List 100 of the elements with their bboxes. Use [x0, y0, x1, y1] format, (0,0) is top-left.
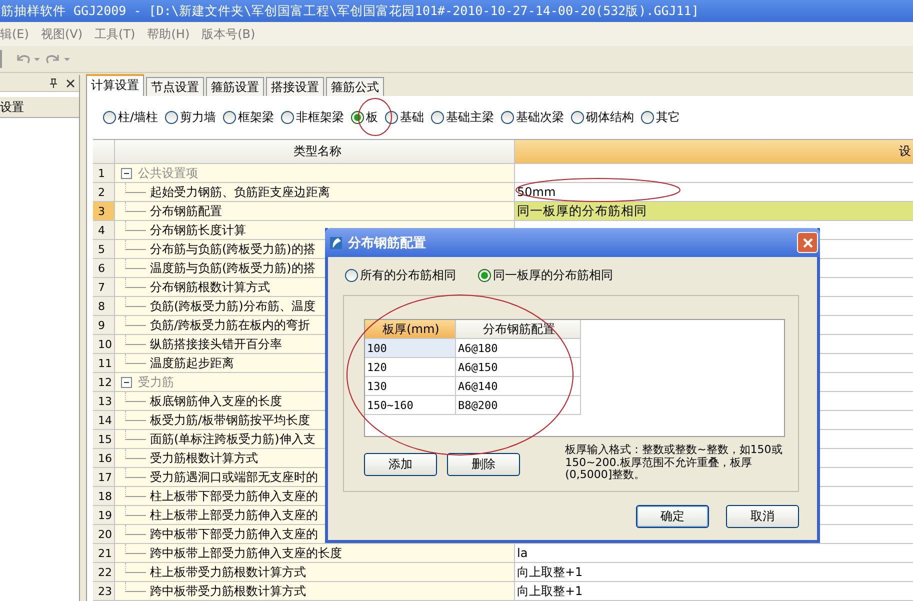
- setting-name: 跨中板带下部受力筋伸入支座的: [150, 526, 318, 542]
- row-number: 6: [93, 259, 115, 277]
- radio-option[interactable]: 所有的分布筋相同: [345, 266, 456, 284]
- radio-option[interactable]: 剪力墙: [165, 109, 216, 126]
- collapse-icon[interactable]: [121, 168, 132, 178]
- grid-cell[interactable]: 100: [365, 339, 456, 357]
- row-number: 2: [93, 183, 115, 201]
- setting-name: 板底钢筋伸入支座的长度: [150, 392, 282, 410]
- dialog-title: 分布钢筋配置: [348, 234, 427, 252]
- grid-cell[interactable]: 120: [365, 358, 456, 376]
- row-number: 23: [93, 582, 115, 600]
- tab[interactable]: 箍筋公式: [326, 77, 384, 96]
- menu-item[interactable]: 帮助(H): [147, 26, 190, 42]
- column-header: 类型名称: [115, 140, 515, 163]
- cancel-button[interactable]: 取消: [726, 505, 799, 528]
- row-number: 15: [93, 430, 115, 448]
- tab[interactable]: 箍筋设置: [206, 77, 264, 96]
- setting-name: 分布钢筋配置: [150, 202, 222, 220]
- setting-name: 面筋(单标注跨板受力筋)伸入支: [150, 430, 316, 448]
- row-number: 11: [93, 354, 115, 372]
- collapse-icon[interactable]: [121, 376, 132, 388]
- column-header: 板厚(mm): [365, 320, 456, 338]
- setting-value: 向上取整+1: [517, 582, 583, 600]
- menu-item[interactable]: 工具(T): [94, 26, 136, 42]
- close-icon[interactable]: [66, 78, 75, 88]
- row-number: 17: [93, 468, 115, 486]
- ok-button[interactable]: 确定: [636, 505, 709, 528]
- grid-cell[interactable]: 130: [365, 377, 456, 395]
- setting-name: 负筋(跨板受力筋)分布筋、温度: [150, 298, 316, 314]
- row-number: 12: [93, 373, 115, 391]
- grid-cell[interactable]: A6@150: [456, 358, 581, 376]
- row-number: 19: [93, 506, 115, 524]
- setting-name: 柱上板带上部受力筋伸入支座的: [150, 506, 318, 524]
- radio-option[interactable]: 砌体结构: [571, 109, 634, 126]
- setting-name: 柱上板带下部受力筋伸入支座的: [150, 488, 318, 504]
- menu-item[interactable]: 版本号(B): [202, 26, 256, 42]
- side-panel-item[interactable]: 设置: [0, 97, 79, 118]
- setting-name: 跨中板带受力筋根数计算方式: [150, 582, 306, 600]
- pin-icon[interactable]: [49, 78, 58, 88]
- annotation-ellipse: [357, 97, 393, 137]
- setting-value: 向上取整+1: [517, 564, 583, 580]
- tab[interactable]: 计算设置: [86, 74, 144, 96]
- row-number: 10: [93, 335, 115, 353]
- grid-cell[interactable]: B8@200: [456, 396, 581, 414]
- row-number: 8: [93, 297, 115, 315]
- setting-name: 跨中板带上部受力筋伸入支座的长度: [150, 544, 342, 562]
- grid-cell[interactable]: A6@140: [456, 377, 581, 395]
- setting-name: 起始受力钢筋、负筋距支座边距离: [150, 184, 330, 200]
- grid-action-button[interactable]: 添加: [364, 453, 437, 476]
- setting-name: 板受力筋/板带钢筋按平均长度: [150, 412, 310, 428]
- column-header: 设: [515, 140, 913, 163]
- radio-option[interactable]: 基础次梁: [501, 109, 564, 126]
- radio-option[interactable]: 柱/墙柱: [103, 109, 158, 126]
- setting-name: 分布筋与负筋(跨板受力筋)的搭: [150, 240, 316, 258]
- row-number: 7: [93, 278, 115, 296]
- radio-option[interactable]: 基础主梁: [431, 109, 494, 126]
- row-number: 20: [93, 525, 115, 543]
- radio-option[interactable]: 同一板厚的分布筋相同: [478, 266, 613, 284]
- row-number: 18: [93, 487, 115, 505]
- menu-item[interactable]: 辑(E): [0, 26, 29, 42]
- grid-action-button[interactable]: 删除: [447, 453, 520, 476]
- row-number: 16: [93, 449, 115, 467]
- row-number: 22: [93, 563, 115, 581]
- setting-name: 分布钢筋根数计算方式: [150, 278, 270, 296]
- window-title: 筋抽样软件 GGJ2009 - [D:\新建文件夹\军创国富工程\军创国富花园101#-2010-10-27-14-00-20(532版).GGJ11]: [1, 2, 699, 20]
- setting-name: 温度筋起步距离: [150, 354, 234, 372]
- setting-name: 纵筋搭接接头错开百分率: [150, 336, 282, 352]
- setting-value: 同一板厚的分布筋相同: [517, 202, 647, 220]
- close-icon: [802, 236, 814, 248]
- setting-name: 温度筋与负筋(跨板受力筋)的搭: [150, 260, 316, 276]
- group-label: 受力筋: [138, 374, 174, 390]
- radio-option[interactable]: 基础: [385, 109, 424, 126]
- setting-name: 分布钢筋长度计算: [150, 222, 246, 238]
- close-button[interactable]: [797, 232, 818, 253]
- grid-cell[interactable]: 150~160: [365, 396, 456, 414]
- radio-option[interactable]: 框架梁: [223, 109, 274, 126]
- radio-option[interactable]: 其它: [641, 109, 680, 126]
- radio-option[interactable]: 非框架梁: [281, 109, 344, 126]
- setting-name: 柱上板带受力筋根数计算方式: [150, 564, 306, 580]
- row-number: 14: [93, 411, 115, 429]
- row-number: 9: [93, 316, 115, 334]
- setting-name: 受力筋根数计算方式: [150, 450, 258, 466]
- format-hint: 板厚输入格式：整数或整数~整数，如150或150~200.板厚范围不允许重叠，板厚(0,5000]整数。: [565, 444, 784, 482]
- row-number: 1: [93, 164, 115, 182]
- radio-option[interactable]: 板: [351, 109, 378, 126]
- app-icon: [328, 234, 344, 250]
- tab[interactable]: 搭接设置: [266, 77, 324, 96]
- group-label: 公共设置项: [138, 164, 198, 182]
- row-number: 5: [93, 240, 115, 258]
- row-number: 13: [93, 392, 115, 410]
- setting-value: la: [517, 546, 528, 560]
- row-number: 4: [93, 221, 115, 239]
- menu-item[interactable]: 视图(V): [40, 26, 83, 42]
- row-number: 3: [93, 202, 115, 220]
- setting-name: 负筋/跨板受力筋在板内的弯折: [150, 316, 310, 334]
- tab[interactable]: 节点设置: [146, 77, 204, 96]
- setting-name: 受力筋遇洞口或端部无支座时的: [150, 468, 318, 486]
- row-number: 21: [93, 544, 115, 562]
- setting-value: 50mm: [517, 185, 556, 199]
- grid-cell[interactable]: A6@180: [456, 339, 581, 357]
